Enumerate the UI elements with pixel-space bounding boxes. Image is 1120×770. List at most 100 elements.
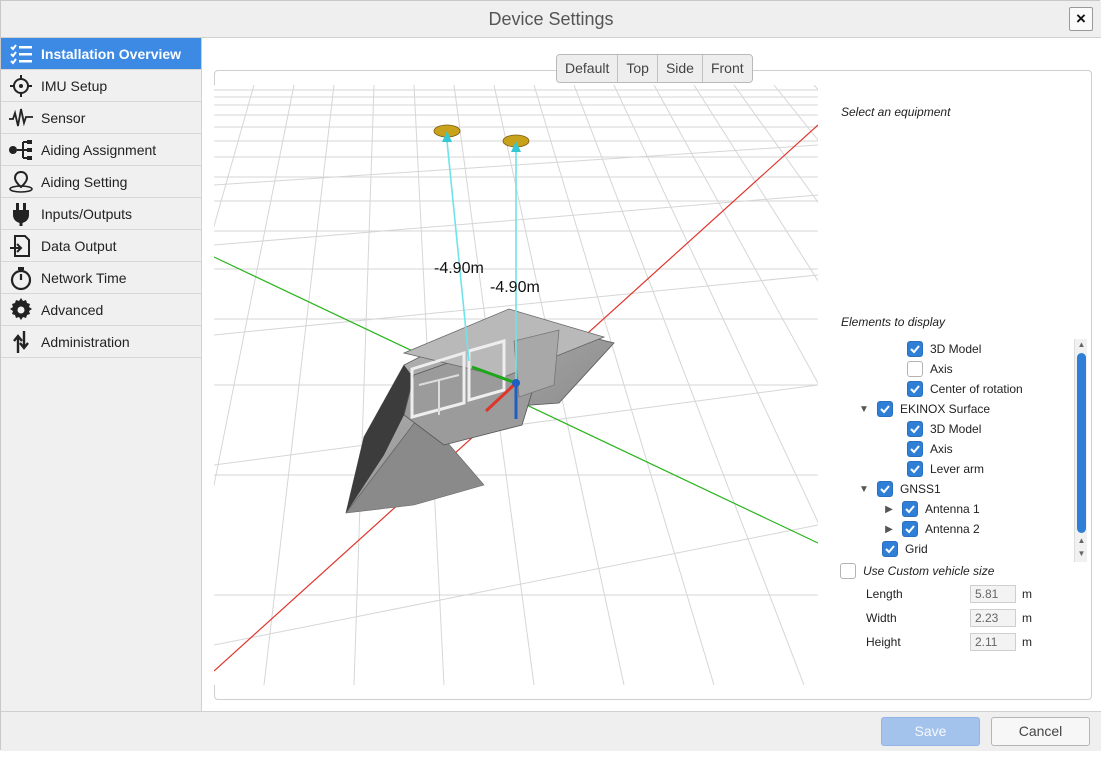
cancel-button[interactable]: Cancel [991, 717, 1090, 746]
window-title: Device Settings [488, 9, 614, 29]
tree-item-antenna-2[interactable]: ▶ Antenna 2 [882, 519, 980, 539]
height-field[interactable]: 2.11 [970, 633, 1016, 651]
imu-icon [1, 70, 41, 102]
tree-item-gnss1[interactable]: ▼ GNSS1 [857, 479, 941, 499]
checkbox-unchecked[interactable] [907, 361, 923, 377]
tree-item-lever-arm[interactable]: Lever arm [907, 459, 984, 479]
sidebar-item-label: Sensor [41, 109, 86, 126]
tab-side[interactable]: Side [657, 55, 703, 82]
checkbox-checked[interactable] [907, 341, 923, 357]
length-unit: m [1022, 587, 1032, 601]
length-field[interactable]: 5.81 [970, 585, 1016, 603]
width-unit: m [1022, 611, 1032, 625]
sidebar-item-installation-overview[interactable]: Installation Overview [1, 38, 201, 70]
antenna-2-offset-label: -4.90m [490, 279, 540, 296]
sidebar-item-data-output[interactable]: Data Output [1, 230, 201, 262]
checkbox-checked[interactable] [882, 541, 898, 557]
sidebar-item-label: Data Output [41, 237, 117, 254]
sidebar-item-sensor[interactable]: Sensor [1, 102, 201, 134]
close-button[interactable]: × [1069, 7, 1093, 31]
tree-item-center-of-rotation[interactable]: Center of rotation [907, 379, 1023, 399]
tree-item-label: Antenna 2 [925, 522, 980, 536]
elements-tree: 3D Model Axis Center of rotation ▼ EKINO… [839, 337, 1089, 563]
tree-item-label: Axis [930, 442, 953, 456]
checkbox-checked[interactable] [907, 381, 923, 397]
sidebar-item-imu-setup[interactable]: IMU Setup [1, 70, 201, 102]
tree-item-ekinox-surface[interactable]: ▼ EKINOX Surface [857, 399, 990, 419]
sidebar-item-label: Network Time [41, 269, 127, 286]
checkbox-checked[interactable] [907, 441, 923, 457]
3d-scene: -4.90m -4.90m [214, 85, 818, 685]
checkbox-checked[interactable] [902, 501, 918, 517]
scroll-up-icon[interactable]: ▲ [1075, 535, 1088, 547]
checkbox-checked[interactable] [907, 421, 923, 437]
sidebar-item-administration[interactable]: Administration [1, 326, 201, 358]
tree-item-label: Axis [930, 362, 953, 376]
sidebar-item-inputs-outputs[interactable]: Inputs/Outputs [1, 198, 201, 230]
tree-item-ekinox-axis[interactable]: Axis [907, 439, 953, 459]
width-label: Width [866, 611, 897, 625]
height-label: Height [866, 635, 901, 649]
elements-to-display-label: Elements to display [841, 315, 946, 329]
antenna-1-offset-label: -4.90m [434, 260, 484, 277]
sidebar-item-label: Installation Overview [41, 45, 182, 62]
scroll-down-icon[interactable]: ▼ [1075, 548, 1088, 560]
tree-item-antenna-1[interactable]: ▶ Antenna 1 [882, 499, 980, 519]
sidebar-item-label: Administration [41, 333, 130, 350]
view-tabs: Default Top Side Front [556, 54, 753, 83]
sidebar-item-advanced[interactable]: Advanced [1, 294, 201, 326]
3d-viewport[interactable]: -4.90m -4.90m [214, 85, 818, 685]
sidebar-item-label: Aiding Assignment [41, 141, 157, 158]
gear-icon [1, 294, 41, 326]
width-field[interactable]: 2.23 [970, 609, 1016, 627]
close-icon: × [1076, 9, 1086, 28]
tree-item-label: 3D Model [930, 342, 982, 356]
stopwatch-icon [1, 262, 41, 294]
sidebar-item-aiding-assignment[interactable]: Aiding Assignment [1, 134, 201, 166]
tree-item-label: GNSS1 [900, 482, 941, 496]
tab-top[interactable]: Top [618, 55, 658, 82]
expand-arrow-icon[interactable]: ▼ [857, 484, 871, 495]
checkbox-checked[interactable] [902, 521, 918, 537]
sidebar-item-network-time[interactable]: Network Time [1, 262, 201, 294]
save-button[interactable]: Save [881, 717, 980, 746]
scroll-up-icon[interactable]: ▲ [1075, 339, 1088, 351]
collapse-arrow-icon[interactable]: ▶ [882, 504, 896, 515]
checkbox-checked[interactable] [907, 461, 923, 477]
tab-front[interactable]: Front [702, 55, 752, 82]
tree-scrollbar[interactable]: ▲ ▲ ▼ [1074, 339, 1087, 562]
dialog-footer: Save Cancel [1, 711, 1101, 751]
collapse-arrow-icon[interactable]: ▶ [882, 524, 896, 535]
expand-arrow-icon[interactable]: ▼ [857, 404, 871, 415]
tree-item-label: Antenna 1 [925, 502, 980, 516]
administration-icon [1, 326, 41, 358]
custom-vehicle-size-option[interactable]: Use Custom vehicle size [840, 561, 994, 581]
sidebar-item-label: Inputs/Outputs [41, 205, 133, 222]
length-label: Length [866, 587, 903, 601]
height-unit: m [1022, 635, 1032, 649]
checkbox-unchecked[interactable] [840, 563, 856, 579]
tree-item-sensor-3d-model[interactable]: 3D Model [907, 339, 981, 359]
plug-icon [1, 198, 41, 230]
select-equipment-label: Select an equipment [841, 105, 951, 119]
aiding-setting-icon [1, 166, 41, 198]
custom-vehicle-size-label: Use Custom vehicle size [863, 564, 995, 578]
waveform-icon [1, 102, 41, 134]
checkbox-checked[interactable] [877, 481, 893, 497]
checkbox-checked[interactable] [877, 401, 893, 417]
sidebar-item-aiding-setting[interactable]: Aiding Setting [1, 166, 201, 198]
sidebar: Installation Overview IMU Setup Sensor A… [1, 38, 201, 711]
sidebar-item-label: IMU Setup [41, 77, 108, 94]
sidebar-item-label: Advanced [41, 301, 104, 318]
boat-model [345, 308, 615, 514]
device-settings-dialog: Device Settings × Installation Overview … [0, 0, 1101, 751]
tree-item-sensor-axis[interactable]: Axis [907, 359, 953, 379]
tree-item-ekinox-3d-model[interactable]: 3D Model [907, 419, 981, 439]
scroll-thumb[interactable] [1077, 353, 1086, 533]
tree-item-label: Lever arm [930, 462, 985, 476]
tree-item-label: 3D Model [930, 422, 982, 436]
tab-default[interactable]: Default [557, 55, 619, 82]
tree-item-grid[interactable]: Grid [882, 539, 928, 559]
aiding-assignment-icon [1, 134, 41, 166]
checklist-icon [1, 38, 41, 70]
